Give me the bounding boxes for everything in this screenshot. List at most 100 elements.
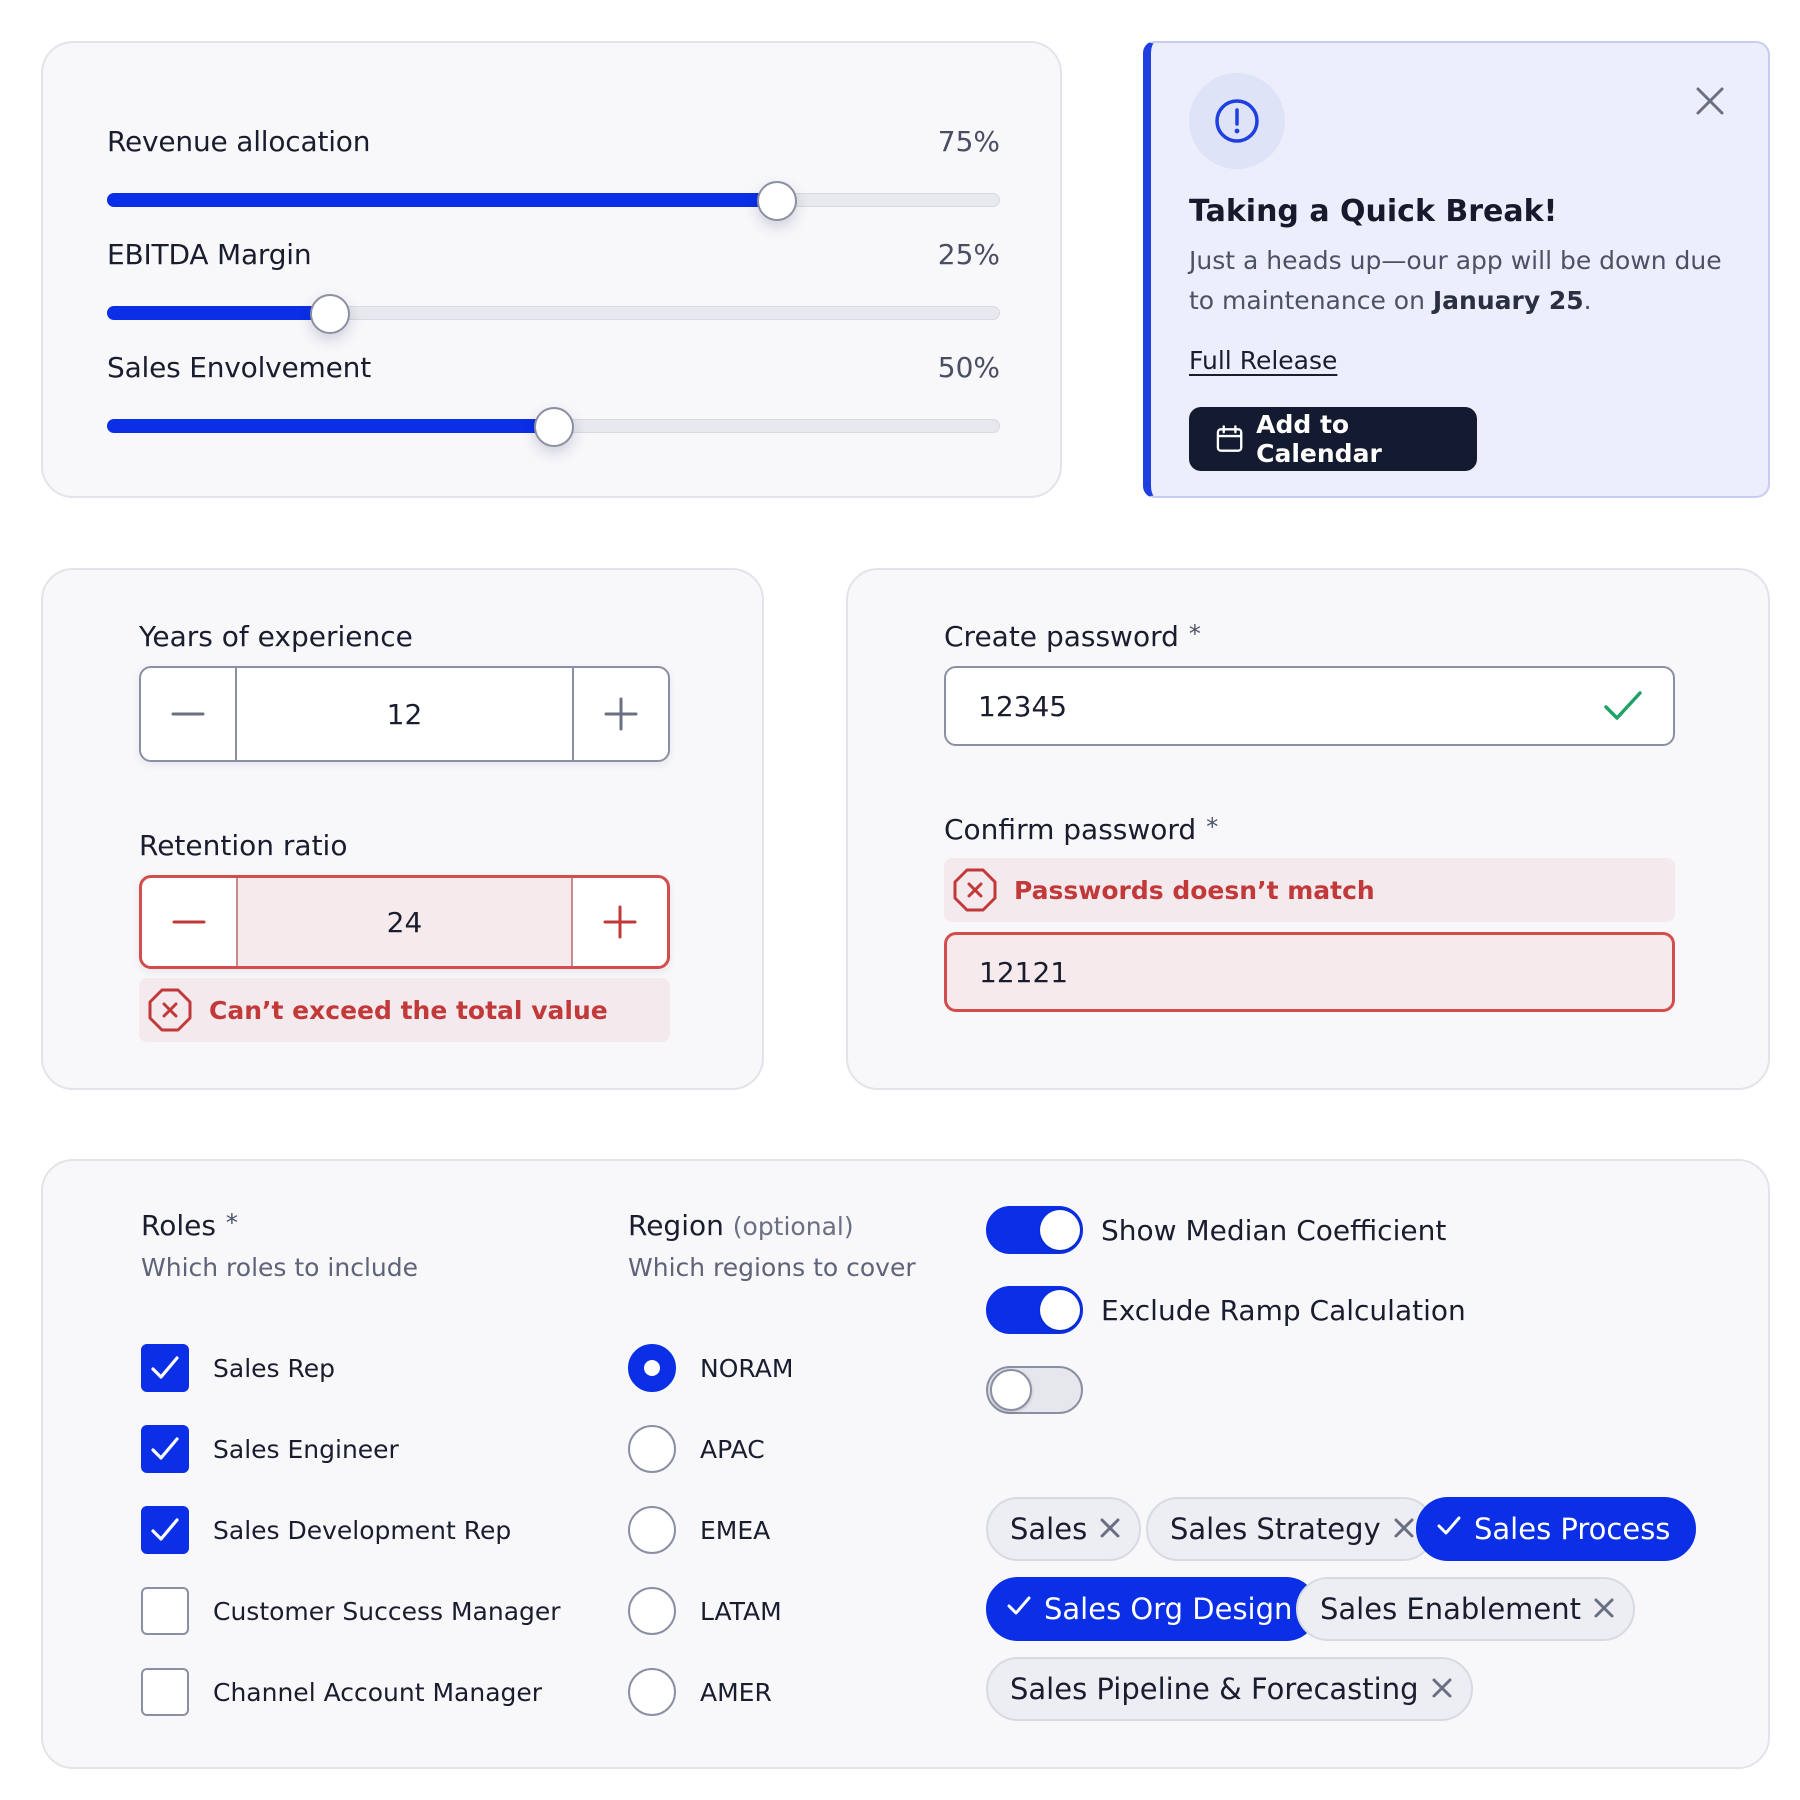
toggle-unlabeled[interactable]: [986, 1366, 1101, 1414]
radio[interactable]: [628, 1425, 676, 1473]
region-label: LATAM: [700, 1596, 782, 1626]
region-label: APAC: [700, 1434, 765, 1464]
slider-label: Sales Envolvement: [107, 351, 371, 384]
role-label: Sales Rep: [213, 1353, 335, 1383]
region-title-text: Region: [628, 1209, 724, 1242]
retention-value[interactable]: 24: [236, 878, 573, 966]
toggle-exclude-ramp[interactable]: Exclude Ramp Calculation: [986, 1286, 1466, 1334]
plus-icon: [603, 905, 637, 939]
decrement-button[interactable]: [142, 878, 236, 966]
chip-label: Sales: [1010, 1512, 1088, 1546]
plus-icon: [604, 697, 638, 731]
radio[interactable]: [628, 1668, 676, 1716]
chip-sales-org-design[interactable]: Sales Org Design: [986, 1577, 1319, 1641]
create-password-value: 12345: [978, 689, 1068, 723]
required-marker: *: [1188, 620, 1201, 648]
checkbox[interactable]: [141, 1344, 189, 1392]
increment-button[interactable]: [574, 668, 668, 760]
role-option[interactable]: Sales Rep: [141, 1344, 335, 1392]
confirm-password-label-text: Confirm password: [944, 813, 1197, 846]
retention-error-text: Can’t exceed the total value: [209, 995, 608, 1025]
confirm-password-error-text: Passwords doesn’t match: [1014, 875, 1375, 905]
close-icon[interactable]: [1593, 1592, 1615, 1626]
checkbox[interactable]: [141, 1587, 189, 1635]
maintenance-notice: Taking a Quick Break! Just a heads up—ou…: [1143, 41, 1770, 498]
chip-label: Sales Pipeline & Forecasting: [1010, 1672, 1419, 1706]
role-option[interactable]: Sales Engineer: [141, 1425, 399, 1473]
checkbox[interactable]: [141, 1425, 189, 1473]
alert-circle-icon: [1189, 73, 1285, 169]
toggle-switch[interactable]: [986, 1286, 1083, 1334]
role-label: Channel Account Manager: [213, 1677, 543, 1707]
chip-sales-enablement[interactable]: Sales Enablement: [1296, 1577, 1636, 1641]
role-label: Customer Success Manager: [213, 1596, 561, 1626]
filters-card: Roles * Which roles to include Sales Rep …: [41, 1159, 1770, 1769]
region-option[interactable]: EMEA: [628, 1506, 770, 1554]
toggle-switch[interactable]: [986, 1366, 1083, 1414]
radio[interactable]: [628, 1506, 676, 1554]
radio[interactable]: [628, 1587, 676, 1635]
check-icon: [151, 1437, 179, 1460]
chip-sales-strategy[interactable]: Sales Strategy: [1146, 1497, 1435, 1561]
region-option[interactable]: LATAM: [628, 1587, 782, 1635]
slider-value: 75%: [937, 125, 1000, 158]
slider-thumb[interactable]: [756, 181, 797, 221]
experience-stepper: 12: [139, 666, 670, 762]
close-icon[interactable]: [1099, 1512, 1121, 1546]
toggle-label: Exclude Ramp Calculation: [1101, 1293, 1466, 1327]
required-marker: *: [225, 1209, 238, 1237]
roles-title-text: Roles: [141, 1209, 216, 1242]
region-subtitle: Which regions to cover: [628, 1253, 916, 1282]
checkbox[interactable]: [141, 1668, 189, 1716]
role-label: Sales Development Rep: [213, 1515, 512, 1545]
slider-label: Revenue allocation: [107, 125, 371, 158]
notice-body-end: .: [1583, 286, 1592, 315]
decrement-button[interactable]: [141, 668, 235, 760]
retention-error: Can’t exceed the total value: [139, 978, 670, 1042]
chip-label: Sales Org Design: [1044, 1592, 1293, 1626]
experience-value[interactable]: 12: [235, 668, 574, 760]
retention-stepper: 24: [139, 875, 670, 969]
slider-thumb[interactable]: [533, 407, 574, 447]
steppers-card: Years of experience 12 Retention ratio 2…: [41, 568, 764, 1090]
close-icon[interactable]: [1431, 1672, 1453, 1706]
notice-title: Taking a Quick Break!: [1189, 194, 1558, 229]
chip-sales[interactable]: Sales: [986, 1497, 1142, 1561]
toggle-show-median[interactable]: Show Median Coefficient: [986, 1206, 1446, 1254]
slider-value: 50%: [937, 351, 1000, 384]
slider-value: 25%: [937, 238, 1000, 271]
add-to-calendar-button[interactable]: Add to Calendar: [1189, 407, 1477, 471]
chip-label: Sales Enablement: [1320, 1592, 1582, 1626]
role-option[interactable]: Sales Development Rep: [141, 1506, 511, 1554]
slider-thumb[interactable]: [310, 294, 351, 334]
close-icon[interactable]: [1690, 81, 1730, 121]
full-release-link[interactable]: Full Release: [1189, 346, 1337, 375]
check-icon: [1604, 691, 1642, 720]
close-icon[interactable]: [1393, 1512, 1415, 1546]
role-option[interactable]: Channel Account Manager: [141, 1668, 542, 1716]
slider-label: EBITDA Margin: [107, 238, 312, 271]
chip-sales-pipeline-forecasting[interactable]: Sales Pipeline & Forecasting: [986, 1657, 1473, 1721]
confirm-password-field[interactable]: 12121: [944, 932, 1675, 1012]
check-icon: [151, 1518, 179, 1541]
error-octagon-icon: [953, 868, 997, 912]
toggle-switch[interactable]: [986, 1206, 1083, 1254]
increment-button[interactable]: [573, 878, 667, 966]
region-option[interactable]: NORAM: [628, 1344, 793, 1392]
check-icon: [151, 1356, 179, 1379]
region-option[interactable]: APAC: [628, 1425, 765, 1473]
create-password-label: Create password *: [944, 620, 1201, 653]
create-password-field[interactable]: 12345: [944, 666, 1675, 746]
toggle-label: Show Median Coefficient: [1101, 1213, 1447, 1247]
passwords-card: Create password * 12345 Confirm password *…: [846, 568, 1770, 1090]
chip-label: Sales Process: [1474, 1512, 1671, 1546]
region-label: EMEA: [700, 1515, 771, 1545]
confirm-password-error: Passwords doesn’t match: [944, 858, 1675, 922]
minus-icon: [172, 920, 206, 924]
roles-subtitle: Which roles to include: [141, 1253, 418, 1282]
role-option[interactable]: Customer Success Manager: [141, 1587, 561, 1635]
region-option[interactable]: AMER: [628, 1668, 772, 1716]
chip-sales-process[interactable]: Sales Process: [1416, 1497, 1697, 1561]
checkbox[interactable]: [141, 1506, 189, 1554]
radio[interactable]: [628, 1344, 676, 1392]
